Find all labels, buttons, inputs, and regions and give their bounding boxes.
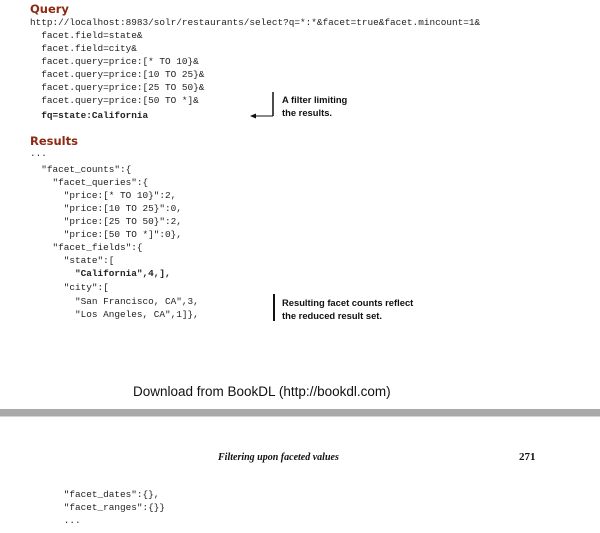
results-annotation-line-2: the reduced result set. xyxy=(282,310,383,321)
callout-arrow xyxy=(250,92,274,119)
query-line-filter: fq=state:California xyxy=(30,110,149,121)
results-annotation-line-1: Resulting facet counts reflect xyxy=(282,297,414,308)
query-line-facet-query-3: facet.query=price:[25 TO 50}& xyxy=(30,82,205,93)
results-line-california: "California",4,], xyxy=(30,268,171,279)
results-line-facet-counts: "facet_counts":{ xyxy=(30,164,132,175)
results-line-facet-queries: "facet_queries":{ xyxy=(30,177,149,188)
query-line-facet-field-state: facet.field=state& xyxy=(30,30,143,41)
running-head: Filtering upon faceted values xyxy=(218,452,339,463)
continuation-ellipsis: ... xyxy=(30,515,81,526)
results-annotation: Resulting facet counts reflect the reduc… xyxy=(282,296,413,322)
results-line-los-angeles: "Los Angeles, CA",1]}, xyxy=(30,309,199,320)
results-heading: Results xyxy=(30,134,78,148)
query-line-facet-query-4: facet.query=price:[50 TO *]& xyxy=(30,95,199,106)
results-annotation-bar xyxy=(273,294,275,321)
results-line-facet-fields: "facet_fields":{ xyxy=(30,242,143,253)
query-annotation: A filter limiting the results. xyxy=(282,93,347,119)
query-line-url: http://localhost:8983/solr/restaurants/s… xyxy=(30,17,481,28)
query-heading: Query xyxy=(30,2,69,16)
query-line-facet-field-city: facet.field=city& xyxy=(30,43,137,54)
results-line-price-1: "price:[* TO 10}":2, xyxy=(30,190,177,201)
page-divider-shadow xyxy=(0,416,600,417)
results-line-ellipsis: ... xyxy=(30,148,47,159)
results-line-city: "city":[ xyxy=(30,282,109,293)
results-line-price-4: "price:[50 TO *]":0}, xyxy=(30,229,182,240)
download-credit: Download from BookDL (http://bookdl.com) xyxy=(133,384,391,399)
results-line-price-2: "price:[10 TO 25}":0, xyxy=(30,203,182,214)
query-annotation-line-1: A filter limiting xyxy=(282,94,348,105)
page-divider xyxy=(0,409,600,416)
query-annotation-line-2: the results. xyxy=(282,107,333,118)
results-line-san-francisco: "San Francisco, CA",3, xyxy=(30,296,199,307)
query-line-facet-query-2: facet.query=price:[10 TO 25}& xyxy=(30,69,205,80)
page-number: 271 xyxy=(519,451,536,463)
query-line-facet-query-1: facet.query=price:[* TO 10}& xyxy=(30,56,199,67)
results-line-state: "state":[ xyxy=(30,255,115,266)
continuation-facet-dates: "facet_dates":{}, xyxy=(30,489,160,500)
continuation-facet-ranges: "facet_ranges":{}} xyxy=(30,502,166,513)
results-line-price-3: "price:[25 TO 50}":2, xyxy=(30,216,182,227)
